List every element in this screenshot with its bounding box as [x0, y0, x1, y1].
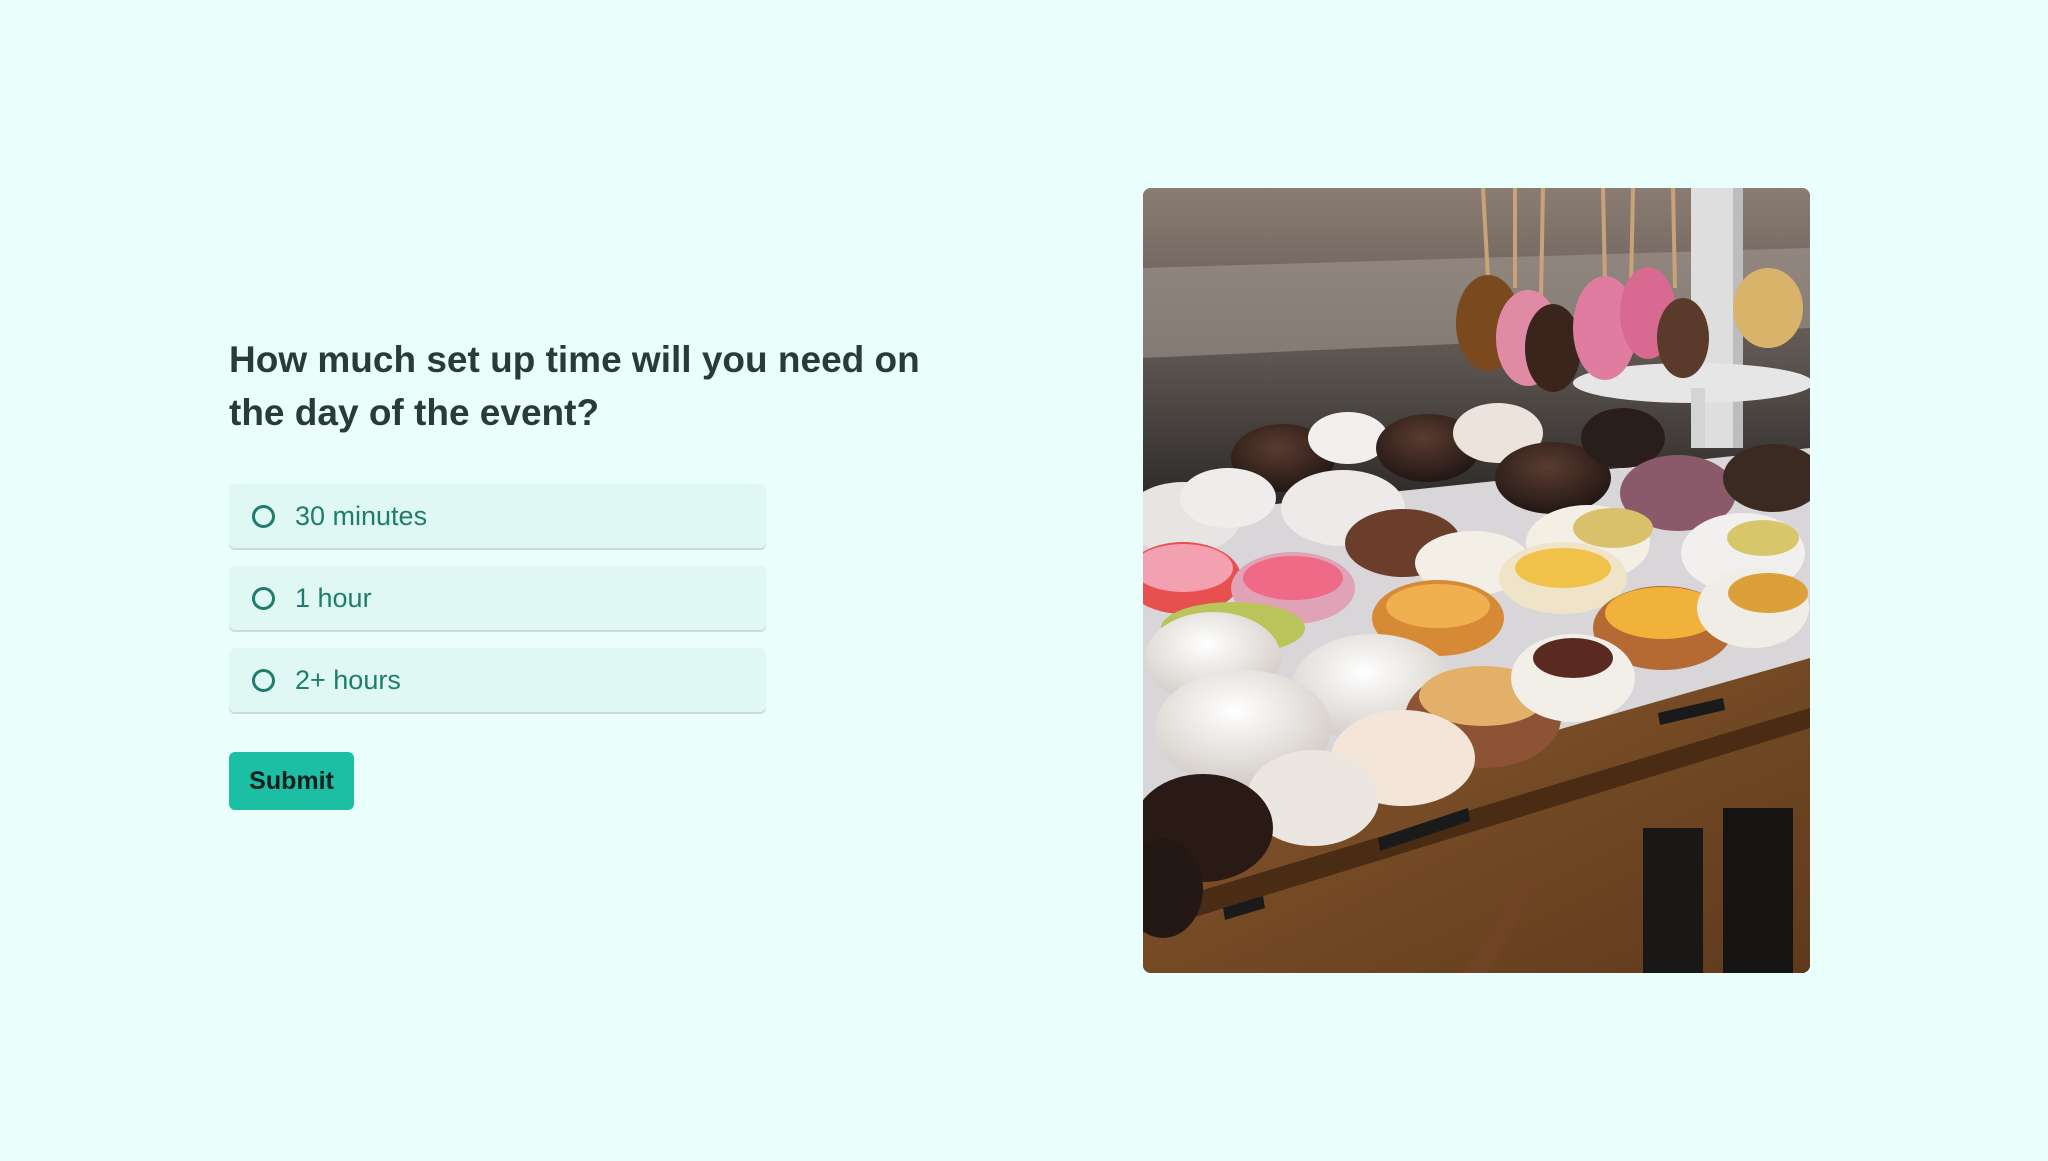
- option-30-minutes[interactable]: 30 minutes: [229, 484, 766, 548]
- radio-circle-icon[interactable]: [252, 586, 275, 610]
- submit-button[interactable]: Submit: [229, 752, 354, 810]
- option-label: 30 minutes: [295, 500, 428, 531]
- question-title: How much set up time will you need on th…: [229, 339, 920, 433]
- option-2-plus-hours[interactable]: 2+ hours: [229, 648, 766, 712]
- donuts-display-photo: [1143, 188, 1810, 973]
- radio-circle-icon[interactable]: [252, 504, 275, 528]
- option-1-hour[interactable]: 1 hour: [229, 566, 766, 630]
- radio-circle-icon[interactable]: [252, 668, 275, 692]
- option-label: 2+ hours: [295, 664, 401, 695]
- options-list: 30 minutes 1 hour 2+ hours: [229, 484, 766, 730]
- option-label: 1 hour: [295, 582, 372, 613]
